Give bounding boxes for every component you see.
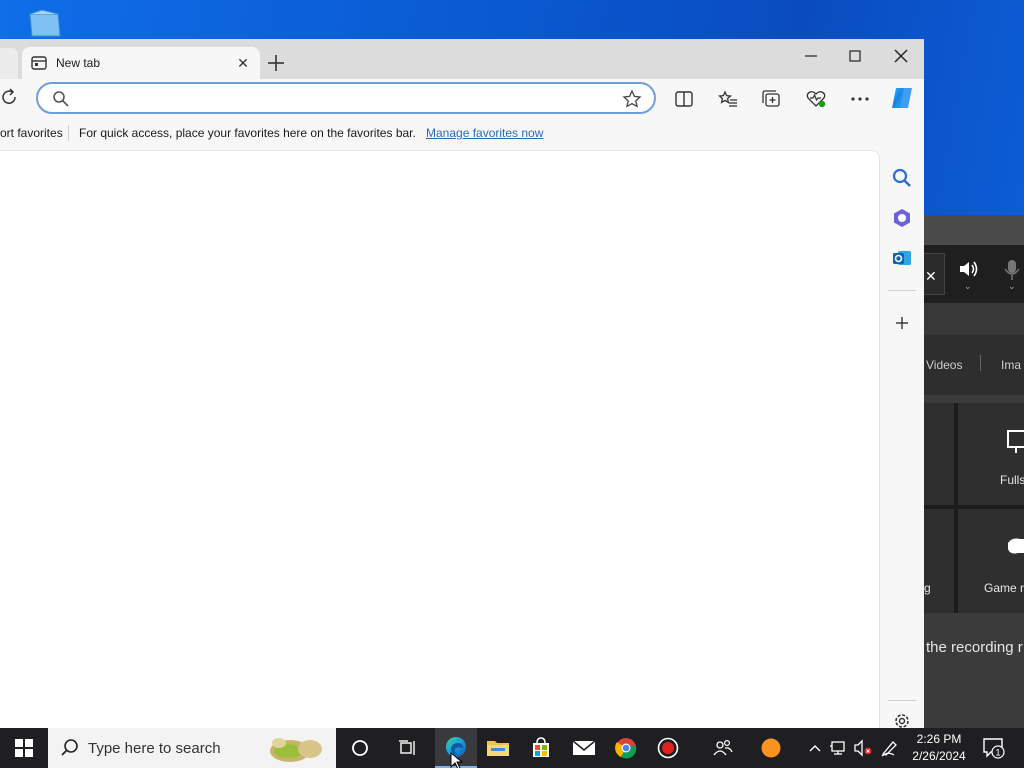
desktop-folder-icon[interactable]: [28, 10, 62, 38]
toolbar: [0, 79, 924, 117]
copilot-icon[interactable]: [889, 85, 915, 111]
edge-sidebar: [880, 117, 924, 728]
sidebar-divider: [888, 700, 916, 701]
tab-partial[interactable]: [0, 48, 18, 79]
page-content[interactable]: [0, 150, 880, 728]
tab-title: New tab: [56, 56, 101, 70]
capture-tile-game[interactable]: Game re: [958, 509, 1024, 613]
tile-label: Game re: [984, 581, 1024, 595]
outlook-icon[interactable]: [891, 247, 913, 269]
chevron-down-icon[interactable]: ⌄: [964, 281, 972, 292]
capture-tile-fullscreen[interactable]: Fulls: [958, 403, 1024, 505]
file-explorer-icon[interactable]: [477, 728, 519, 768]
favorites-bar-message: For quick access, place your favorites h…: [79, 126, 416, 140]
volume-icon[interactable]: [958, 259, 980, 279]
show-hidden-icons-icon[interactable]: [805, 738, 825, 758]
clock-date: 2/26/2024: [912, 749, 966, 763]
address-bar[interactable]: [36, 82, 656, 114]
add-favorite-star-icon[interactable]: [622, 89, 642, 109]
tab-videos[interactable]: Videos: [926, 358, 962, 372]
search-highlight-icon: [270, 738, 322, 762]
taskbar-search-box[interactable]: Type here to search: [48, 728, 336, 768]
store-icon[interactable]: [520, 728, 562, 768]
new-tab-button[interactable]: [266, 53, 286, 73]
task-view-icon[interactable]: [387, 728, 429, 768]
favorites-bar: ort favorites For quick access, place yo…: [0, 117, 924, 149]
favorites-icon[interactable]: [717, 88, 739, 110]
search-icon: [53, 91, 69, 107]
game-bar-close-icon[interactable]: ✕: [925, 268, 937, 285]
close-icon[interactable]: [890, 45, 912, 67]
split-screen-icon[interactable]: [673, 88, 695, 110]
people-icon[interactable]: [702, 728, 744, 768]
tab-close-icon[interactable]: ✕: [235, 55, 251, 71]
gamepad-icon: [1008, 538, 1024, 554]
recording-message: the recording r: [926, 639, 1023, 656]
record-icon[interactable]: [647, 728, 689, 768]
monitor-icon: [1007, 430, 1024, 453]
browser-essentials-icon[interactable]: [805, 88, 827, 110]
tile-label: g: [924, 581, 931, 595]
microphone-icon[interactable]: [1002, 259, 1022, 281]
windows-start-icon[interactable]: [0, 728, 48, 768]
system-clock[interactable]: 2:26 PM 2/26/2024: [906, 731, 972, 765]
address-input[interactable]: [78, 88, 618, 108]
manage-favorites-link[interactable]: Manage favorites now: [426, 126, 543, 140]
tile-label: Fulls: [1000, 473, 1024, 487]
search-placeholder: Type here to search: [88, 740, 221, 757]
favorites-divider: [68, 125, 69, 141]
import-favorites-button[interactable]: ort favorites: [0, 126, 63, 140]
tab-images[interactable]: Ima: [1001, 358, 1021, 372]
volume-muted-icon[interactable]: [853, 738, 873, 758]
minimize-icon[interactable]: [800, 45, 822, 67]
tab-new-tab[interactable]: New tab ✕: [22, 47, 260, 79]
sidebar-divider: [888, 290, 916, 291]
search-icon: [61, 739, 78, 756]
mouse-cursor-icon: [450, 752, 464, 768]
more-icon[interactable]: [849, 88, 871, 110]
orange-app-icon[interactable]: [750, 728, 792, 768]
search-icon[interactable]: [891, 167, 913, 189]
chrome-icon[interactable]: [605, 728, 647, 768]
chevron-down-icon[interactable]: ⌄: [1008, 281, 1016, 292]
refresh-icon[interactable]: [0, 88, 18, 106]
copilot-app-icon[interactable]: [891, 207, 913, 229]
mail-icon[interactable]: [563, 728, 605, 768]
network-icon[interactable]: [829, 738, 849, 758]
collections-icon[interactable]: [761, 88, 783, 110]
taskbar: Type here to search 2:26 PM 2/26/2024 1: [0, 728, 1024, 768]
notification-center-icon[interactable]: 1: [982, 737, 1008, 762]
clock-time: 2:26 PM: [916, 732, 962, 746]
pen-workspace-icon[interactable]: [880, 738, 900, 758]
title-bar: New tab ✕: [0, 39, 924, 79]
maximize-icon[interactable]: [844, 45, 866, 67]
cortana-icon[interactable]: [339, 728, 381, 768]
add-icon[interactable]: [891, 312, 913, 334]
edge-browser-window: New tab ✕ ort favorites For quick access…: [0, 39, 924, 728]
tab-divider: [980, 355, 981, 371]
notification-count: 1: [995, 748, 1000, 758]
new-tab-page-icon: [31, 56, 47, 70]
